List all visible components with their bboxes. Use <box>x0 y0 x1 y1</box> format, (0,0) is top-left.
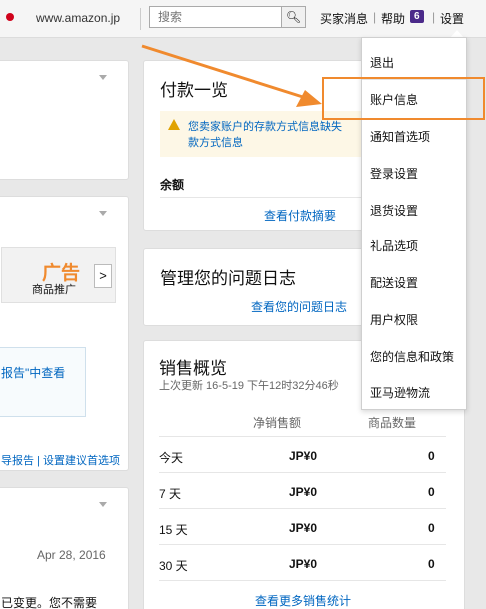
annotation-arrow <box>141 44 322 107</box>
